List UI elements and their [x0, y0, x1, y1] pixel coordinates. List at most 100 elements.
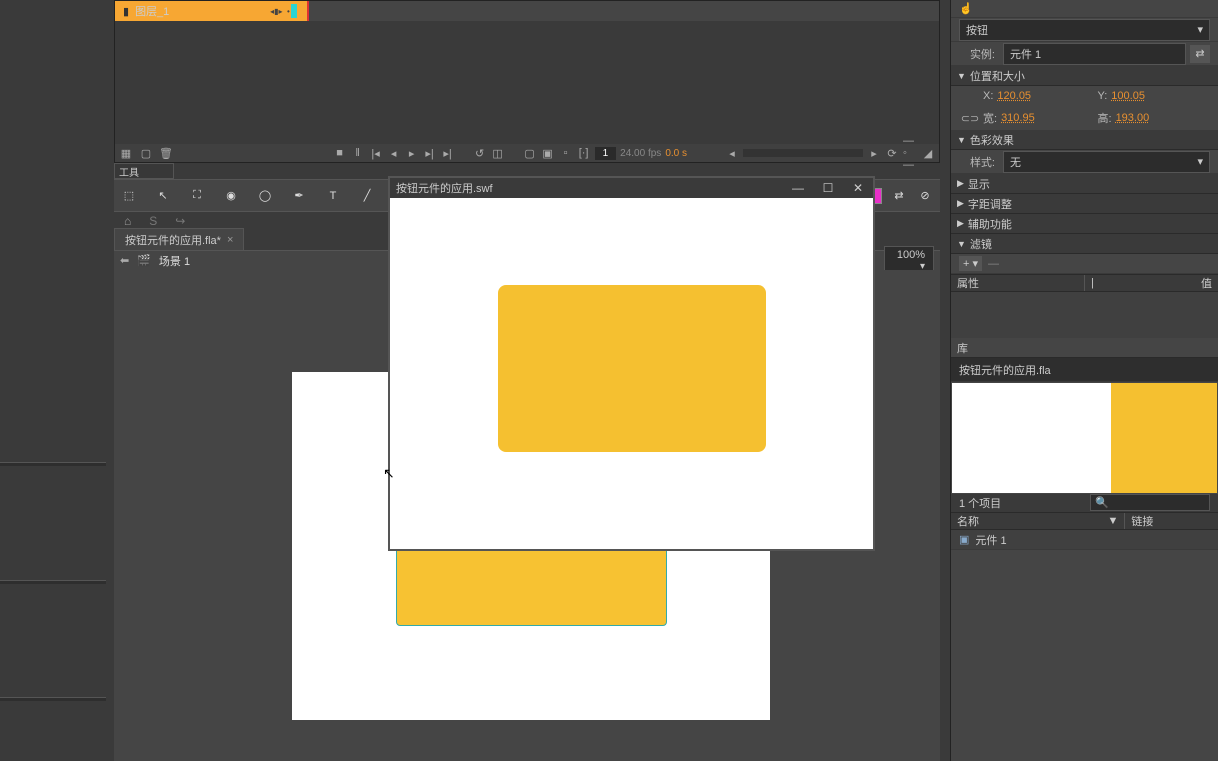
- first-frame-icon[interactable]: |◂: [369, 146, 383, 160]
- camera-icon[interactable]: ■: [333, 146, 347, 160]
- popup-titlebar[interactable]: 按钮元件的应用.swf — ☐ ✕: [390, 178, 873, 198]
- minimize-button[interactable]: —: [783, 178, 813, 198]
- selection-tool-icon[interactable]: ⬚: [120, 187, 138, 205]
- y-value[interactable]: 100.05: [1111, 90, 1145, 102]
- maximize-button[interactable]: ☐: [813, 178, 843, 198]
- collapse-icon: ▼: [957, 135, 966, 145]
- instance-name-field[interactable]: 元件 1: [1003, 43, 1186, 65]
- timeline-panel: ▮ 图层_1 ◂▮▸ • • ▦ ▢ 🗑 ■ ‖ |◂ ◂ ▸ ▸| ▸| ↺ …: [114, 0, 940, 163]
- collapse-icon: ▼: [957, 71, 966, 81]
- s-icon[interactable]: S: [149, 214, 157, 228]
- layer-name: 图层_1: [135, 3, 169, 19]
- scene-name[interactable]: 场景 1: [159, 253, 190, 269]
- pen-tool-icon[interactable]: ✒: [290, 187, 308, 205]
- close-icon[interactable]: ×: [227, 234, 233, 246]
- tools-panel-header: 工具: [114, 163, 174, 179]
- button-preview[interactable]: [498, 285, 766, 452]
- close-button[interactable]: ✕: [843, 178, 873, 198]
- pause-icon[interactable]: ‖: [351, 146, 365, 160]
- current-frame[interactable]: 1: [595, 147, 617, 160]
- timeline-tracks[interactable]: [115, 21, 939, 144]
- x-value[interactable]: 120.05: [997, 90, 1031, 102]
- y-label: Y:: [1098, 90, 1108, 102]
- dock-divider[interactable]: [0, 580, 106, 584]
- timeline-scrollbar[interactable]: [743, 149, 863, 157]
- arrow-tool-icon[interactable]: ↖: [154, 187, 172, 205]
- delete-layer-icon[interactable]: 🗑: [159, 146, 173, 160]
- properties-panel: ☝ 按钮▾ 实例: 元件 1 ⇄ ▼ 位置和大小 X: 120.05 Y: 10…: [950, 0, 1218, 761]
- style-dropdown[interactable]: 无▾: [1003, 151, 1210, 173]
- redo-icon[interactable]: ↪: [175, 214, 185, 228]
- edit-multi-icon[interactable]: ▣: [541, 146, 555, 160]
- dock-divider[interactable]: [0, 697, 106, 701]
- link-column-header[interactable]: 链接: [1125, 513, 1218, 529]
- line-tool-icon[interactable]: ╱: [358, 187, 376, 205]
- last-frame-icon[interactable]: ▸|: [441, 146, 455, 160]
- back-icon[interactable]: ⬅: [120, 254, 129, 267]
- library-search[interactable]: 🔍: [1090, 494, 1210, 511]
- fps-display[interactable]: 24.00 fps: [620, 148, 661, 159]
- center-frame-icon[interactable]: ▢: [523, 146, 537, 160]
- position-size-section[interactable]: ▼ 位置和大小: [951, 66, 1218, 86]
- filter-list: [951, 292, 1218, 338]
- instance-type-dropdown[interactable]: 按钮▾: [959, 19, 1210, 41]
- height-value[interactable]: 193.00: [1116, 112, 1150, 124]
- marker-icon[interactable]: ▫: [559, 146, 573, 160]
- dock-divider[interactable]: [0, 462, 106, 466]
- height-label: 高:: [1098, 110, 1112, 126]
- filter-property-header[interactable]: 属性: [951, 275, 1085, 291]
- link-icon[interactable]: ⊂⊃: [961, 110, 979, 126]
- scroll-left-icon[interactable]: ◂: [725, 146, 739, 160]
- layer-toggles[interactable]: ◂▮▸ • •: [270, 7, 307, 16]
- loop-icon[interactable]: ↺: [473, 146, 487, 160]
- new-folder-icon[interactable]: ▢: [139, 146, 153, 160]
- new-layer-icon[interactable]: ▦: [119, 146, 133, 160]
- no-color-icon[interactable]: ⊘: [916, 187, 934, 205]
- swap-color-icon[interactable]: ⇄: [890, 187, 908, 205]
- library-table-header: 名称▼ 链接: [951, 512, 1218, 530]
- prev-frame-icon[interactable]: ◂: [387, 146, 401, 160]
- text-tool-icon[interactable]: T: [324, 187, 342, 205]
- chevron-down-icon: ▾: [1197, 23, 1203, 36]
- refresh-icon[interactable]: ⟳: [885, 146, 899, 160]
- display-section[interactable]: ▶ 显示: [951, 174, 1218, 194]
- next-frame-icon[interactable]: ▸|: [423, 146, 437, 160]
- collapse-icon: ▼: [957, 239, 966, 249]
- instance-behavior-icon[interactable]: ☝: [959, 2, 973, 15]
- lasso-icon[interactable]: ◯: [256, 187, 274, 205]
- preview-symbol: [1111, 383, 1217, 493]
- tracking-section[interactable]: ▶ 字距调整: [951, 194, 1218, 214]
- document-tab[interactable]: 按钮元件的应用.fla* ×: [114, 228, 244, 252]
- accessibility-section[interactable]: ▶ 辅助功能: [951, 214, 1218, 234]
- library-item[interactable]: ▣ 元件 1: [951, 530, 1218, 550]
- timeline-footer: ▦ ▢ 🗑 ■ ‖ |◂ ◂ ▸ ▸| ▸| ↺ ◫ ▢ ▣ ▫ [·] 1 2…: [115, 144, 939, 162]
- popup-title: 按钮元件的应用.swf: [396, 180, 493, 196]
- popup-body: [390, 198, 873, 549]
- free-transform-icon[interactable]: ⛶: [188, 187, 206, 205]
- library-tab[interactable]: 库: [951, 338, 1218, 358]
- filters-section[interactable]: ▼ 滤镜: [951, 234, 1218, 254]
- name-column-header[interactable]: 名称▼: [951, 513, 1125, 529]
- expand-icon: ▶: [957, 218, 964, 229]
- scroll-right-icon[interactable]: ▸: [867, 146, 881, 160]
- remove-filter-button[interactable]: —: [988, 258, 999, 270]
- width-value[interactable]: 310.95: [1001, 112, 1035, 124]
- swap-symbol-button[interactable]: ⇄: [1190, 45, 1210, 63]
- fit-icon[interactable]: ◢: [921, 146, 935, 160]
- 3d-rotate-icon[interactable]: ◉: [222, 187, 240, 205]
- filter-value-header[interactable]: |值: [1085, 275, 1218, 291]
- zoom-slider-icon[interactable]: —◦—: [903, 146, 917, 160]
- add-filter-button[interactable]: + ▾: [959, 256, 982, 271]
- onion-icon[interactable]: ◫: [491, 146, 505, 160]
- bracket-icon[interactable]: [·]: [577, 146, 591, 160]
- time-display: 0.0 s: [665, 148, 687, 159]
- expand-icon: ▶: [957, 178, 964, 189]
- timeline-layer[interactable]: ▮ 图层_1 ◂▮▸ • •: [115, 1, 307, 21]
- sort-icon[interactable]: ▼: [1107, 515, 1118, 527]
- style-label: 样式:: [959, 154, 995, 170]
- keyframe-marker[interactable]: [291, 4, 297, 18]
- color-effect-section[interactable]: ▼ 色彩效果: [951, 130, 1218, 150]
- home-icon[interactable]: ⌂: [124, 214, 131, 228]
- play-icon[interactable]: ▸: [405, 146, 419, 160]
- library-doc-name[interactable]: 按钮元件的应用.fla: [959, 362, 1051, 378]
